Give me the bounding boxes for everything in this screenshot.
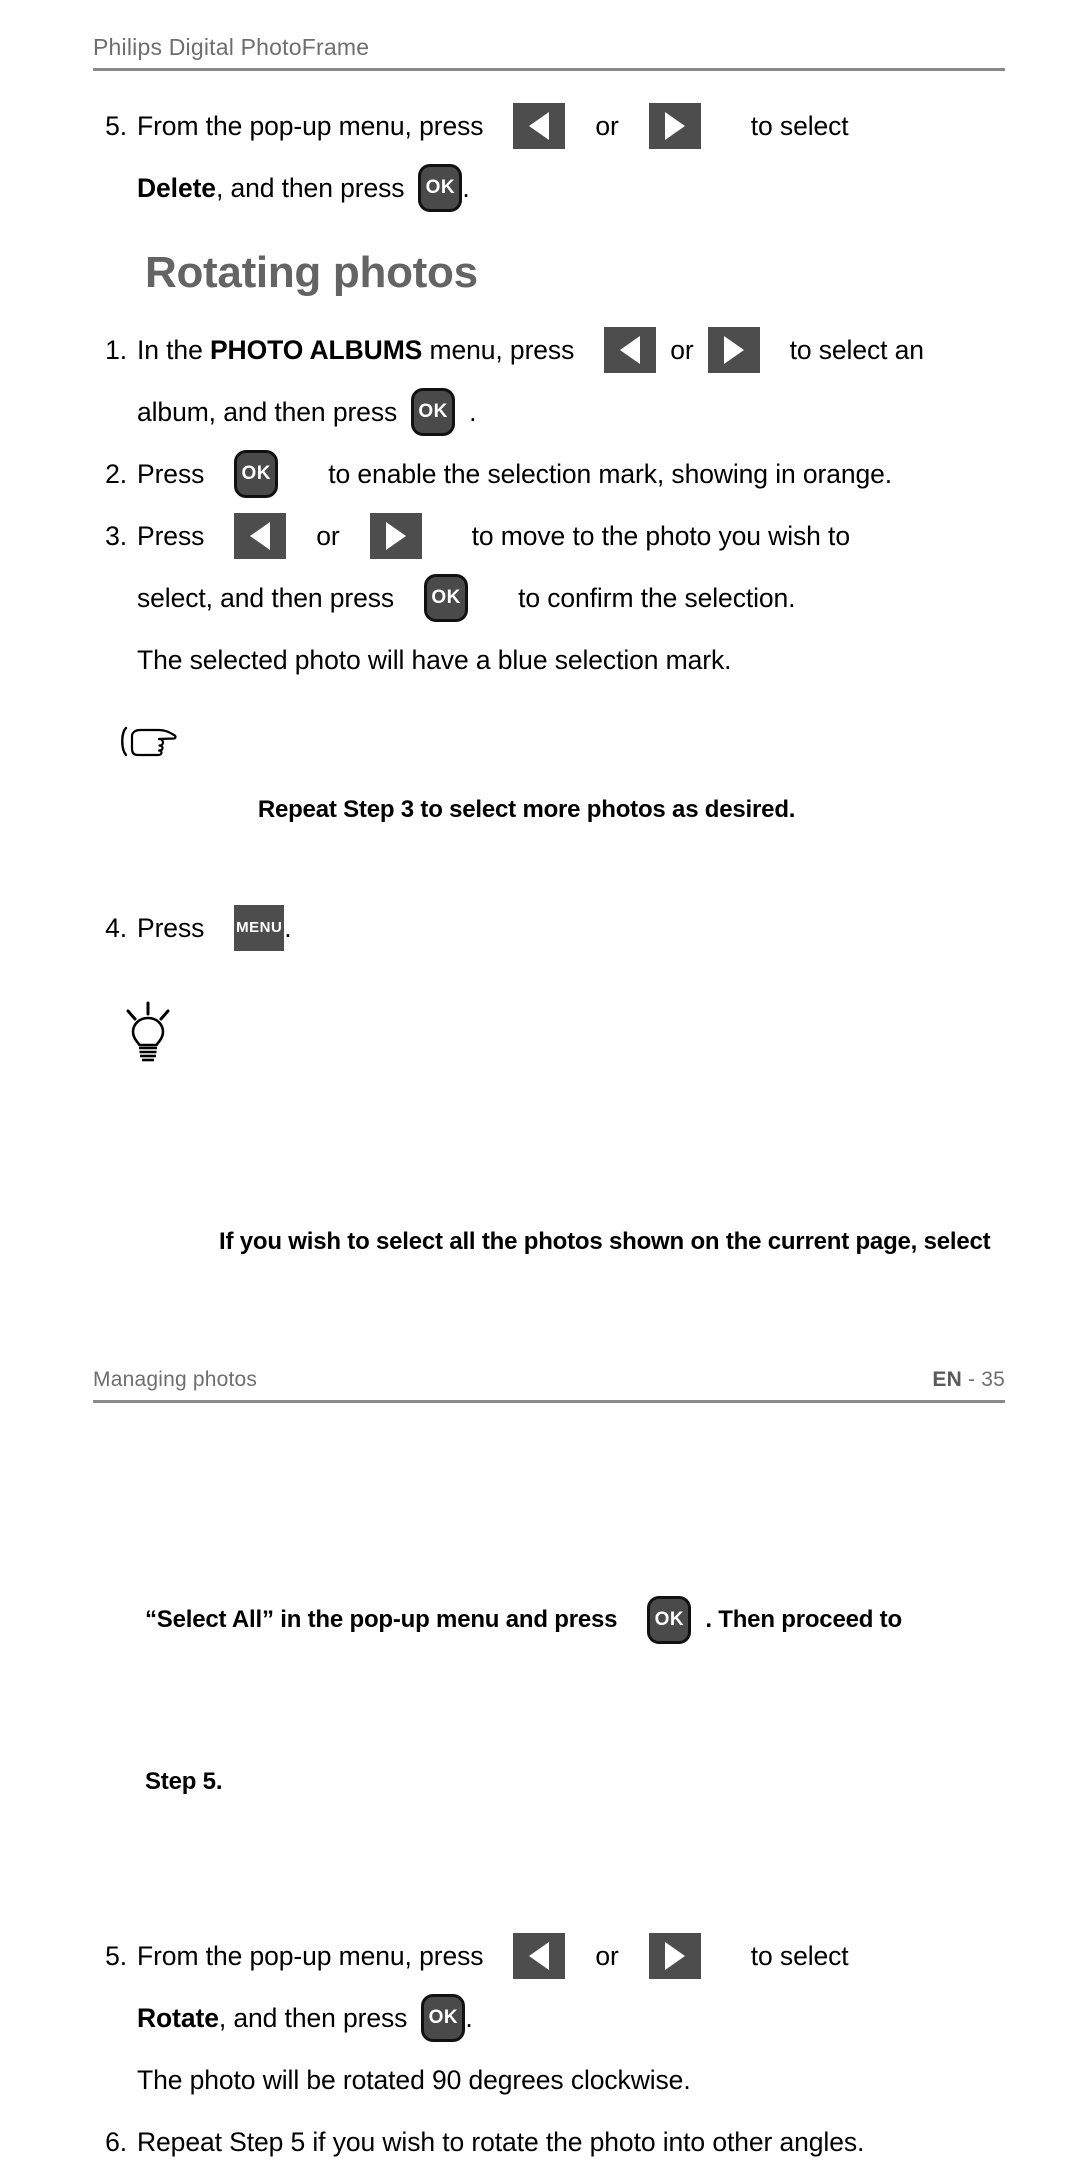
step-body: From the pop-up menu, press or to select… [137, 95, 1023, 219]
step-text-or: or [670, 335, 694, 365]
step-text: . [462, 173, 470, 203]
document-page: Philips Digital PhotoFrame 5. From the p… [0, 0, 1080, 2157]
step-text: select, and then press [137, 583, 395, 613]
page-content: 5. From the pop-up menu, press or to sel… [93, 95, 1023, 2173]
step-line: Rotate , and then press OK . [137, 1987, 1023, 2049]
step-text: to select [750, 1941, 849, 1971]
page-header: Philips Digital PhotoFrame [93, 32, 1005, 71]
step-text-bold: PHOTO ALBUMS [209, 335, 423, 365]
note-bulb-text-block: If you wish to select all the photos sho… [219, 1107, 1023, 1377]
note-hand-text: Repeat Step 3 to select more photos as d… [257, 796, 796, 823]
step-body: Press or to move to the photo you wish t… [137, 505, 1023, 691]
left-arrow-key-icon [513, 103, 566, 149]
step-text: Press [137, 521, 205, 551]
note-bulb-line: “Select All” in the pop-up menu and pres… [145, 1593, 1023, 1647]
step-text-or: or [595, 1941, 619, 1971]
step-line: Delete , and then press OK . [137, 157, 1023, 219]
step-number: 6. [105, 2127, 127, 2157]
step-text: to select an [789, 335, 924, 365]
step-body: Repeat Step 5 if you wish to rotate the … [137, 2111, 1023, 2173]
ok-key-icon: OK [647, 1596, 692, 1644]
step-number: 1. [105, 335, 127, 365]
step-text: menu, press [422, 335, 575, 365]
lightbulb-icon [67, 947, 177, 1137]
ok-key-icon: OK [411, 388, 456, 436]
step-1: 1. In the PHOTO ALBUMS menu, press or to… [93, 319, 1023, 443]
step-text: . [469, 397, 477, 427]
step-2: 2. Press OK to enable the selection mark… [93, 443, 1023, 505]
footer-row: Managing photos EN - 35 [93, 1368, 1005, 1392]
step-line: From the pop-up menu, press or to select [137, 1925, 1023, 1987]
note-bulb-line: Step 5. [145, 1755, 1023, 1809]
footer-language-code: EN [932, 1368, 962, 1391]
step-text: Repeat Step 5 if you wish to rotate the … [137, 2127, 865, 2157]
footer-page-value: 35 [981, 1368, 1005, 1391]
step-text-bold: Rotate [137, 2003, 219, 2033]
note-hand-callout: Repeat Step 3 to select more photos as d… [120, 675, 1023, 891]
ok-key-icon: OK [421, 1994, 466, 2042]
step-number: 5. [105, 111, 127, 141]
note-bulb-callout: If you wish to select all the photos sho… [126, 945, 1023, 1485]
step-text: In the [137, 335, 210, 365]
step-text: to select [750, 111, 849, 141]
step-body: Press OK to enable the selection mark, s… [137, 443, 1023, 505]
pointing-hand-icon [67, 671, 179, 833]
step-6: 6. Repeat Step 5 if you wish to rotate t… [93, 2111, 1023, 2173]
header-divider [93, 68, 1005, 71]
step-text: , and then press [215, 173, 405, 203]
step-text: album, and then press [137, 397, 398, 427]
note-bulb-line: If you wish to select all the photos sho… [219, 1215, 1023, 1269]
footer-section-label: Managing photos [93, 1368, 258, 1391]
step-text: Press [137, 459, 205, 489]
step-line: Repeat Step 5 if you wish to rotate the … [137, 2111, 1023, 2173]
left-arrow-key-icon [604, 327, 657, 373]
step-5: 5. From the pop-up menu, press or to sel… [93, 1925, 1023, 2111]
right-arrow-key-icon [648, 1933, 701, 1979]
step-line: album, and then press OK . [137, 381, 1023, 443]
note-bulb-text: Step 5. [145, 1768, 223, 1795]
step-text: to enable the selection mark, showing in… [328, 459, 893, 489]
step-text-or: or [595, 111, 619, 141]
section-heading: Rotating photos [145, 248, 478, 297]
ok-key-icon: OK [234, 450, 279, 498]
note-bulb-text: If you wish to select all the photos sho… [219, 1228, 991, 1255]
step-text-bold: Delete [137, 173, 216, 203]
step-number: 2. [105, 459, 127, 489]
ok-key-icon: OK [424, 574, 469, 622]
step-3: 3. Press or to move to the photo you wis… [93, 505, 1023, 691]
note-bulb-text: . Then proceed to [705, 1606, 902, 1633]
step-text: to confirm the selection. [518, 583, 796, 613]
footer-divider [93, 1400, 1005, 1403]
right-arrow-key-icon [369, 513, 422, 559]
step-line: select, and then press OK to confirm the… [137, 567, 1023, 629]
step-body: From the pop-up menu, press or to select… [137, 1925, 1023, 2111]
note-bulb-text: “Select All” in the pop-up menu and pres… [145, 1606, 618, 1633]
step-line: From the pop-up menu, press or to select [137, 95, 1023, 157]
step-line: Press or to move to the photo you wish t… [137, 505, 1023, 567]
footer-page-number: EN - 35 [932, 1368, 1005, 1392]
footer-separator: - [961, 1368, 982, 1391]
note-bulb-continuation: “Select All” in the pop-up menu and pres… [145, 1485, 1023, 1917]
step-line: Press OK to enable the selection mark, s… [137, 443, 1023, 505]
step-body: In the PHOTO ALBUMS menu, press or to se… [137, 319, 1023, 443]
left-arrow-key-icon [513, 1933, 566, 1979]
step-text: to move to the photo you wish to [471, 521, 850, 551]
step-line: In the PHOTO ALBUMS menu, press or to se… [137, 319, 1023, 381]
step-text: , and then press [218, 2003, 408, 2033]
left-arrow-key-icon [234, 513, 287, 559]
step-number: 3. [105, 521, 127, 551]
ok-key-icon: OK [418, 164, 463, 212]
step-note-line: The photo will be rotated 90 degrees clo… [137, 2065, 691, 2095]
step-text-or: or [316, 521, 340, 551]
step-text: From the pop-up menu, press [137, 111, 484, 141]
step-text: . [465, 2003, 473, 2033]
page-footer: Managing photos EN - 35 [93, 1368, 1005, 1403]
header-title: Philips Digital PhotoFrame [93, 34, 370, 60]
step-text: From the pop-up menu, press [137, 1941, 484, 1971]
step-number: 5. [105, 1941, 127, 1971]
right-arrow-key-icon [648, 103, 701, 149]
step-delete: 5. From the pop-up menu, press or to sel… [93, 95, 1023, 219]
right-arrow-key-icon [707, 327, 760, 373]
